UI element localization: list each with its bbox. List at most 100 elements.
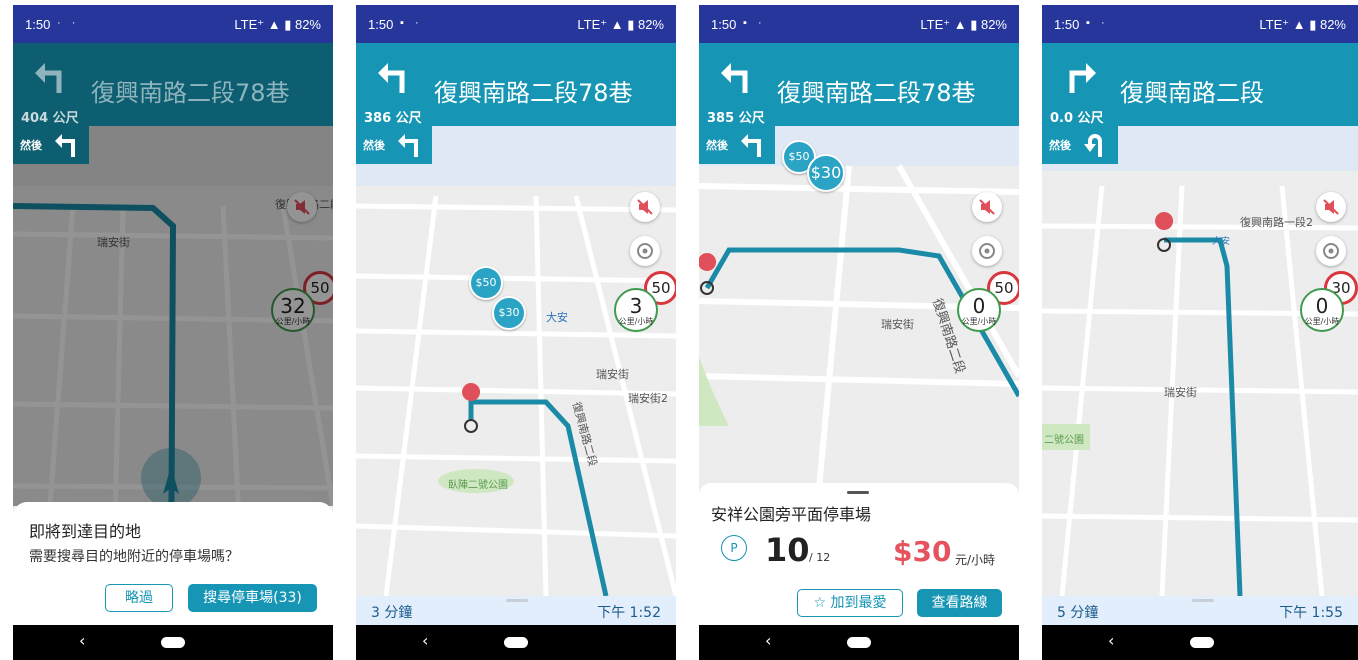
next-street: 復興南路二段78巷 (777, 79, 976, 107)
system-nav-bar: ‹ (699, 625, 1019, 660)
location-target-icon (979, 243, 995, 259)
turn-left-icon (398, 134, 418, 157)
next-street: 復興南路二段78巷 (91, 79, 290, 107)
eta-duration: 3 分鐘 (371, 605, 413, 621)
nav-header: 復興南路二段78巷 404 公尺 (13, 43, 333, 126)
street-label: 瑞安街 (596, 368, 629, 381)
map-view[interactable]: 復興南路一段2 瑞安街 二號公園 大安 30 0 公里/小時 (1042, 126, 1358, 596)
then-turn-box: 然後 (1042, 126, 1118, 164)
turn-left-icon (721, 63, 748, 93)
drag-handle[interactable] (847, 491, 869, 494)
status-bar: 1:50 ▪ · LTE⁺ ▲ ▮ 82% (356, 5, 676, 43)
turn-distance: 385 公尺 (707, 111, 765, 126)
turn-left-icon (55, 134, 75, 157)
mute-button[interactable] (972, 192, 1002, 222)
home-button[interactable] (161, 637, 185, 648)
area-label: 大安 (1212, 237, 1231, 247)
parking-name: 安祥公園旁平面停車場 (711, 505, 872, 524)
eta-duration: 5 分鐘 (1057, 605, 1099, 621)
price-unit: 元/小時 (955, 553, 996, 567)
nav-header: 復興南路二段78巷 385 公尺 (699, 43, 1019, 126)
mute-icon (979, 199, 995, 215)
back-icon[interactable]: ‹ (765, 631, 771, 650)
next-street: 復興南路二段78巷 (434, 79, 633, 107)
dim-overlay (13, 126, 333, 506)
phone-screen-4: 復興南路一段2 瑞安街 二號公園 大安 30 0 公里/小時 1:50 ▪ · L… (1042, 5, 1358, 660)
back-icon[interactable]: ‹ (79, 631, 85, 650)
turn-left-icon (378, 63, 405, 93)
phone-screen-1: 瑞安街 復興南路二段 50 32公里/小時 1:50 · · LTE⁺ ▲ ▮ … (13, 5, 333, 660)
area-label: 大安 (546, 311, 568, 324)
notification-icons: · · (57, 17, 80, 29)
add-favorite-button[interactable]: ☆ 加到最愛 (797, 589, 903, 617)
arrival-time: 下午 1:55 (1279, 605, 1343, 621)
nav-header: 復興南路二段 0.0 公尺 (1042, 43, 1358, 126)
back-icon[interactable]: ‹ (422, 631, 428, 650)
street-label: 瑞安街 (881, 318, 914, 331)
parking-price-pin[interactable]: $30 (807, 154, 845, 192)
status-bar: 1:50 ▪ · LTE⁺ ▲ ▮ 82% (1042, 5, 1358, 43)
recenter-button[interactable] (1316, 236, 1346, 266)
parking-icon: P (721, 535, 747, 561)
map-view[interactable]: 大安 瑞安街 瑞安街2 復興南路二段 臥陣二號公園 $50 $30 50 3 公里… (356, 126, 676, 596)
then-turn-box: 然後 (13, 126, 89, 164)
back-icon[interactable]: ‹ (1108, 631, 1114, 650)
phone-screen-3: 瑞安街 復興南路二段 $50 $30 50 0 公里/小時 1:50 ▪ · LT… (699, 5, 1019, 660)
park-label: 二號公園 (1044, 435, 1084, 446)
eta-bar[interactable]: 5 分鐘 下午 1:55 (1042, 596, 1358, 625)
turn-right-icon (1069, 63, 1096, 93)
mute-button[interactable] (1316, 192, 1346, 222)
parking-price: $30 (893, 535, 952, 568)
then-turn-box: 然後 (699, 126, 775, 164)
system-nav-bar: ‹ (13, 625, 333, 660)
current-speed: 3 公里/小時 (614, 288, 658, 332)
location-target-icon (637, 243, 653, 259)
status-bar: 1:50 · · LTE⁺ ▲ ▮ 82% (13, 5, 333, 43)
home-button[interactable] (504, 637, 528, 648)
drag-handle[interactable] (1192, 599, 1214, 602)
mute-button[interactable] (630, 192, 660, 222)
drag-handle[interactable] (506, 599, 528, 602)
current-speed: 0 公里/小時 (957, 288, 1001, 332)
then-turn-box: 然後 (356, 126, 432, 164)
street-label: 復興南路一段2 (1240, 216, 1313, 229)
recenter-button[interactable] (972, 236, 1002, 266)
skip-button[interactable]: 略過 (105, 584, 173, 612)
street-label: 瑞安街2 (628, 392, 668, 405)
u-turn-icon (1084, 134, 1102, 157)
parking-price-pin[interactable]: $50 (469, 266, 503, 300)
nav-header: 復興南路二段78巷 386 公尺 (356, 43, 676, 126)
arrival-time: 下午 1:52 (597, 605, 661, 621)
mute-icon (637, 199, 653, 215)
current-speed: 0 公里/小時 (1300, 288, 1344, 332)
turn-distance: 404 公尺 (21, 111, 79, 126)
location-target-icon (1323, 243, 1339, 259)
home-button[interactable] (847, 637, 871, 648)
phone-screen-2: 大安 瑞安街 瑞安街2 復興南路二段 臥陣二號公園 $50 $30 50 3 公里… (356, 5, 676, 660)
available-spaces: 10 (765, 531, 810, 569)
system-nav-bar: ‹ (1042, 625, 1358, 660)
parking-detail-sheet: 安祥公園旁平面停車場 P 10 / 12 $30 元/小時 ☆ 加到最愛 查看路… (699, 483, 1019, 625)
park-label: 臥陣二號公園 (448, 480, 508, 491)
view-route-button[interactable]: 查看路線 (917, 589, 1002, 617)
map-background (1042, 126, 1358, 596)
dialog-message: 需要搜尋目的地附近的停車場嗎？ (29, 549, 239, 565)
total-spaces: / 12 (809, 551, 831, 564)
search-parking-button[interactable]: 搜尋停車場(33) (188, 584, 317, 612)
arrival-dialog: 即將到達目的地 需要搜尋目的地附近的停車場嗎？ 略過 搜尋停車場(33) (13, 502, 333, 625)
home-button[interactable] (1190, 637, 1214, 648)
street-label: 瑞安街 (1164, 386, 1197, 399)
status-bar: 1:50 ▪ · LTE⁺ ▲ ▮ 82% (699, 5, 1019, 43)
mute-icon (1323, 199, 1339, 215)
turn-left-icon (35, 63, 62, 93)
system-nav-bar: ‹ (356, 625, 676, 660)
turn-left-icon (741, 134, 761, 157)
recenter-button[interactable] (630, 236, 660, 266)
notification-icons: ▪ · (743, 17, 766, 29)
parking-price-pin[interactable]: $30 (492, 296, 526, 330)
eta-bar[interactable]: 3 分鐘 下午 1:52 (356, 596, 676, 625)
next-street: 復興南路二段 (1120, 79, 1264, 107)
notification-icons: ▪ · (1086, 17, 1109, 29)
dialog-title: 即將到達目的地 (29, 522, 142, 541)
turn-distance: 0.0 公尺 (1050, 111, 1104, 126)
